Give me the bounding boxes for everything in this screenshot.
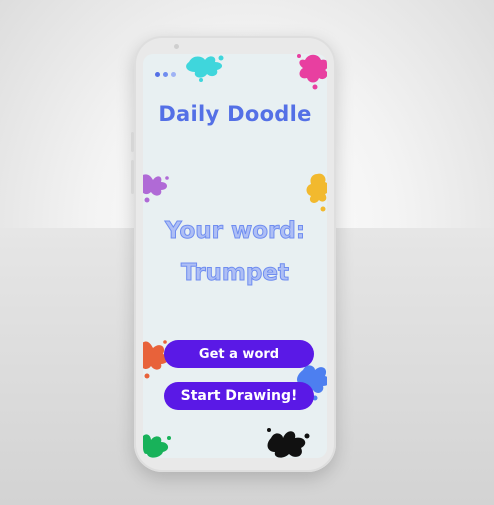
black-paint-splat-icon: [267, 428, 310, 458]
phone-frame: Daily Doodle Your word: Trumpet Get a wo…: [131, 36, 336, 472]
page-indicator: [155, 72, 176, 77]
cyan-paint-splat-icon: [186, 55, 224, 82]
indicator-dot: [163, 72, 168, 77]
app-title: Daily Doodle: [158, 102, 312, 126]
app-screen: Daily Doodle Your word: Trumpet Get a wo…: [143, 54, 327, 458]
indicator-dot: [171, 72, 176, 77]
magenta-paint-splat-icon: [297, 54, 327, 90]
phone-volume-button: [131, 160, 134, 194]
start-drawing-button[interactable]: Start Drawing!: [164, 382, 314, 410]
get-word-button[interactable]: Get a word: [164, 340, 314, 368]
yellow-paint-splat-icon: [306, 173, 327, 212]
phone-side-button: [131, 132, 134, 152]
word-value: Trumpet: [181, 260, 290, 287]
indicator-dot: [155, 72, 160, 77]
word-label: Your word:: [164, 218, 306, 245]
green-paint-splat-icon: [143, 434, 171, 458]
purple-paint-splat-icon: [143, 174, 169, 203]
camera-icon: [174, 44, 179, 49]
